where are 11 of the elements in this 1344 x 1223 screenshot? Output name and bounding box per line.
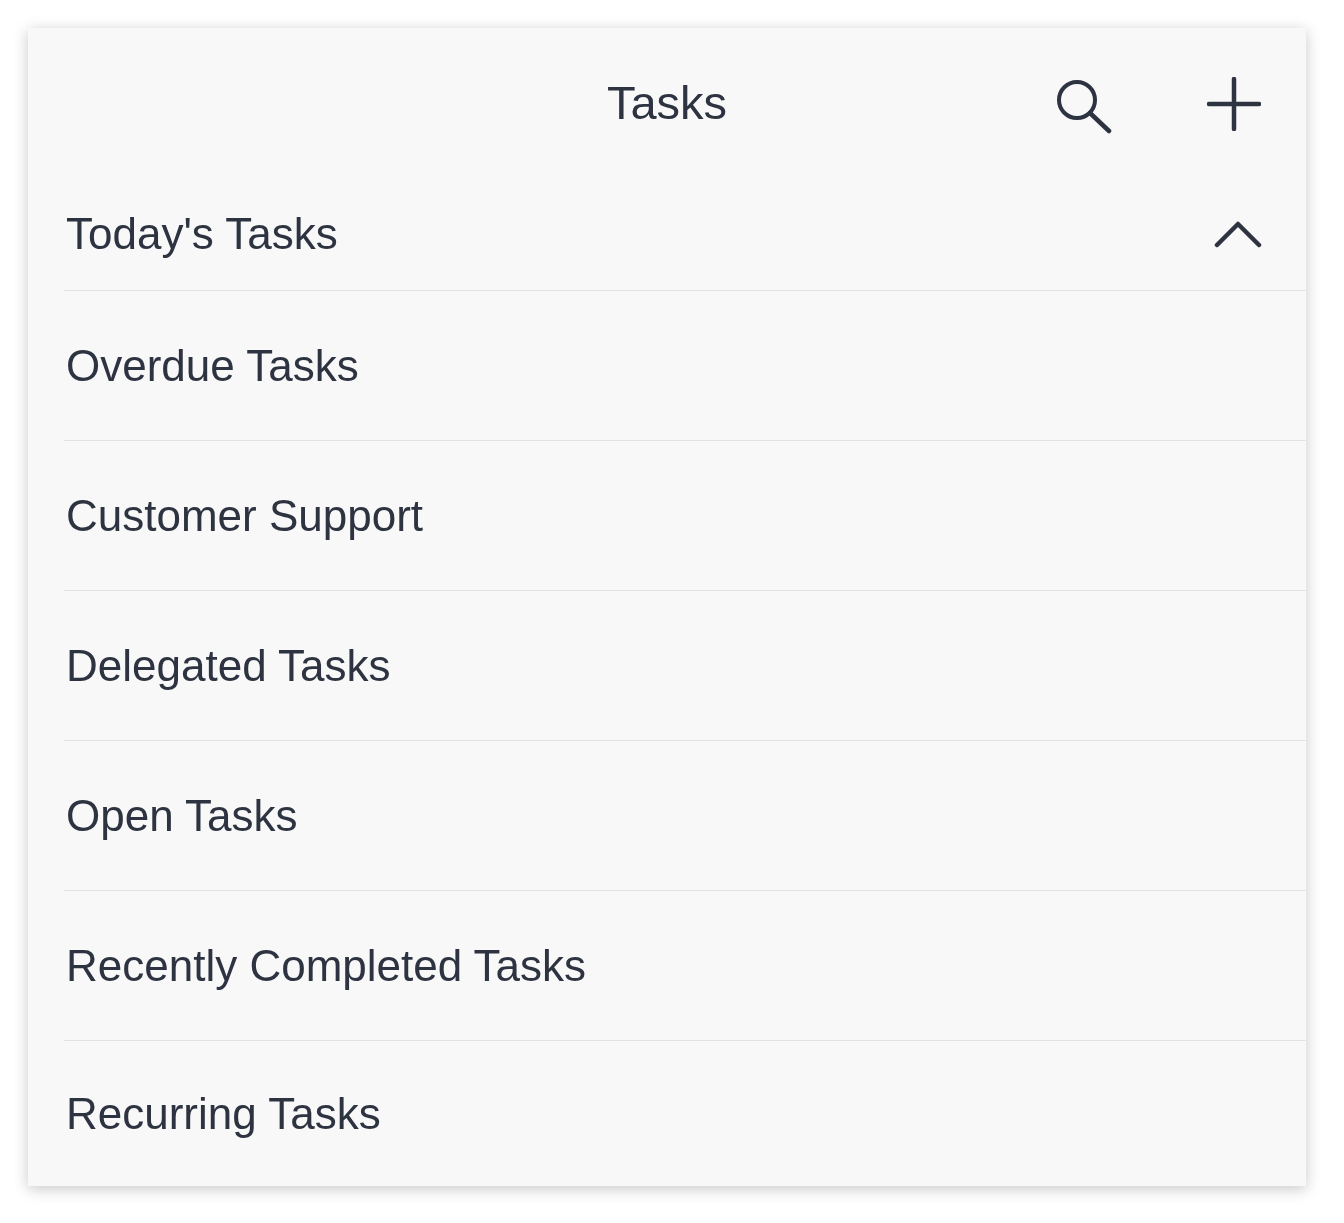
list-item[interactable]: Recently Completed Tasks [66, 940, 587, 991]
add-icon[interactable] [1207, 77, 1261, 131]
list-item[interactable]: Overdue Tasks [66, 340, 359, 391]
list-item[interactable]: Recurring Tasks [66, 1088, 381, 1139]
list-item[interactable]: Open Tasks [66, 790, 298, 841]
panel-title: Tasks [606, 74, 728, 130]
section-title: Today's Tasks [66, 209, 338, 259]
section-header[interactable]: Today's Tasks [64, 178, 1306, 291]
chevron-up-icon[interactable] [1214, 220, 1262, 248]
list-item[interactable]: Customer Support [66, 490, 424, 541]
list-item[interactable]: Delegated Tasks [66, 640, 391, 691]
